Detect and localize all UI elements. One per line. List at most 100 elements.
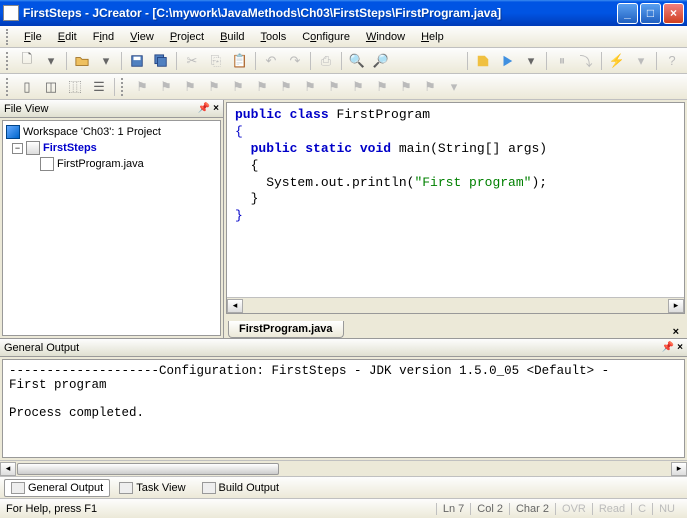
collapse-icon[interactable]: − xyxy=(12,143,23,154)
bm1-button[interactable]: ⚑ xyxy=(131,76,153,98)
menu-build[interactable]: Build xyxy=(212,29,252,45)
menu-configure[interactable]: Configure xyxy=(294,29,358,45)
bm9-button[interactable]: ⚑ xyxy=(323,76,345,98)
editor-tab-firstprogram[interactable]: FirstProgram.java xyxy=(228,321,344,338)
scroll-thumb[interactable] xyxy=(17,463,279,475)
task-icon xyxy=(119,482,133,494)
output-icon xyxy=(11,482,25,494)
menu-edit[interactable]: Edit xyxy=(50,29,85,45)
toolbar-secondary: ▯ ◫ ⿲ ☰ ⚑ ⚑ ⚑ ⚑ ⚑ ⚑ ⚑ ⚑ ⚑ ⚑ ⚑ ⚑ ⚑ ▾ xyxy=(0,74,687,100)
cut-button[interactable]: ✂ xyxy=(181,50,203,72)
file-tree[interactable]: Workspace 'Ch03': 1 Project − FirstSteps… xyxy=(2,120,221,336)
save-button[interactable] xyxy=(126,50,148,72)
menu-view[interactable]: View xyxy=(122,29,162,45)
editor-area: public class FirstProgram { public stati… xyxy=(224,100,687,338)
bm4-button[interactable]: ⚑ xyxy=(203,76,225,98)
new-file-button[interactable]: 🗋 xyxy=(16,50,38,72)
win-tile-button[interactable]: ◫ xyxy=(40,76,62,98)
menubar-grip[interactable] xyxy=(6,29,12,45)
status-hint: For Help, press F1 xyxy=(6,503,436,515)
undo-button[interactable]: ↶ xyxy=(260,50,282,72)
open-button[interactable] xyxy=(71,50,93,72)
output-pin-icon[interactable]: 📌 xyxy=(662,342,674,353)
toolbar-grip[interactable] xyxy=(6,52,12,70)
scroll-right-button[interactable]: ▸ xyxy=(668,299,684,313)
output-hscroll[interactable]: ◂ ▸ xyxy=(0,460,687,476)
bottom-tabs: General Output Task View Build Output xyxy=(0,476,687,498)
bolt-dropdown-button[interactable]: ▾ xyxy=(630,50,652,72)
statusbar: For Help, press F1 Ln 7 Col 2 Char 2 OVR… xyxy=(0,498,687,518)
menubar: File Edit Find View Project Build Tools … xyxy=(0,26,687,48)
win-split-button[interactable]: ⿲ xyxy=(64,76,86,98)
file-view-title: File View xyxy=(4,103,198,115)
editor-hscroll[interactable]: ◂ ▸ xyxy=(227,297,684,313)
redo-button[interactable]: ↷ xyxy=(284,50,306,72)
tab-build-output[interactable]: Build Output xyxy=(195,479,287,497)
bm5-button[interactable]: ⚑ xyxy=(227,76,249,98)
output-close-button[interactable]: × xyxy=(677,342,683,353)
output-scroll-left[interactable]: ◂ xyxy=(0,462,16,476)
debug-button[interactable]: ⏸ xyxy=(551,50,573,72)
build-icon xyxy=(202,482,216,494)
minimize-button[interactable]: _ xyxy=(617,3,638,24)
win-arrange-button[interactable]: ☰ xyxy=(88,76,110,98)
compile-button[interactable] xyxy=(472,50,494,72)
bm10-button[interactable]: ⚑ xyxy=(347,76,369,98)
run-button[interactable] xyxy=(496,50,518,72)
output-scroll-right[interactable]: ▸ xyxy=(671,462,687,476)
save-all-button[interactable] xyxy=(150,50,172,72)
bm11-button[interactable]: ⚑ xyxy=(371,76,393,98)
file-view-pane: File View 📌 × Workspace 'Ch03': 1 Projec… xyxy=(0,100,224,338)
menu-help[interactable]: Help xyxy=(413,29,452,45)
project-label: FirstSteps xyxy=(43,142,97,154)
tab-general-output[interactable]: General Output xyxy=(4,479,110,497)
bolt-button[interactable]: ⚡ xyxy=(606,50,628,72)
bm3-button[interactable]: ⚑ xyxy=(179,76,201,98)
menu-project[interactable]: Project xyxy=(162,29,212,45)
step-button[interactable]: ⤵ xyxy=(575,50,597,72)
menu-tools[interactable]: Tools xyxy=(253,29,295,45)
scroll-left-button[interactable]: ◂ xyxy=(227,299,243,313)
tree-workspace[interactable]: Workspace 'Ch03': 1 Project xyxy=(6,124,217,140)
workspace-icon xyxy=(6,125,20,139)
file-label: FirstProgram.java xyxy=(57,158,144,170)
win-cascade-button[interactable]: ▯ xyxy=(16,76,38,98)
menu-find[interactable]: Find xyxy=(85,29,122,45)
tree-project[interactable]: − FirstSteps xyxy=(6,140,217,156)
editor: public class FirstProgram { public stati… xyxy=(226,102,685,314)
main-area: File View 📌 × Workspace 'Ch03': 1 Projec… xyxy=(0,100,687,338)
output-text[interactable]: --------------------Configuration: First… xyxy=(2,359,685,458)
bm2-button[interactable]: ⚑ xyxy=(155,76,177,98)
status-col: Col 2 xyxy=(470,503,509,515)
bm14-button[interactable]: ▾ xyxy=(443,76,465,98)
bm12-button[interactable]: ⚑ xyxy=(395,76,417,98)
pin-icon[interactable]: 📌 xyxy=(198,103,210,114)
editor-tab-close-button[interactable]: × xyxy=(673,326,679,338)
toolbar-grip-2[interactable] xyxy=(6,78,12,96)
tab-task-view[interactable]: Task View xyxy=(112,479,192,497)
bm7-button[interactable]: ⚑ xyxy=(275,76,297,98)
open-dropdown-button[interactable]: ▾ xyxy=(95,50,117,72)
help-button[interactable]: ? xyxy=(661,50,683,72)
new-dropdown-button[interactable]: ▾ xyxy=(40,50,62,72)
toolbar-grip-3[interactable] xyxy=(121,78,127,96)
paste-button[interactable]: 📋 xyxy=(229,50,251,72)
output-pane: General Output 📌 × --------------------C… xyxy=(0,338,687,476)
close-button[interactable]: × xyxy=(663,3,684,24)
find-in-files-button[interactable]: 🔎 xyxy=(370,50,392,72)
code-editor[interactable]: public class FirstProgram { public stati… xyxy=(227,103,684,297)
run-dropdown-button[interactable]: ▾ xyxy=(520,50,542,72)
maximize-button[interactable]: □ xyxy=(640,3,661,24)
toolbar-main: 🗋 ▾ ▾ ✂ ⎘ 📋 ↶ ↷ ⎙ 🔍 🔎 ▾ ⏸ ⤵ ⚡ ▾ ? xyxy=(0,48,687,74)
menu-file[interactable]: File xyxy=(16,29,50,45)
tree-file[interactable]: FirstProgram.java xyxy=(6,156,217,172)
bm13-button[interactable]: ⚑ xyxy=(419,76,441,98)
bm6-button[interactable]: ⚑ xyxy=(251,76,273,98)
bm8-button[interactable]: ⚑ xyxy=(299,76,321,98)
menu-window[interactable]: Window xyxy=(358,29,413,45)
copy-button[interactable]: ⎘ xyxy=(205,50,227,72)
close-pane-button[interactable]: × xyxy=(213,103,219,114)
print-button[interactable]: ⎙ xyxy=(315,50,337,72)
find-button[interactable]: 🔍 xyxy=(346,50,368,72)
workspace-label: Workspace 'Ch03': 1 Project xyxy=(23,126,161,138)
